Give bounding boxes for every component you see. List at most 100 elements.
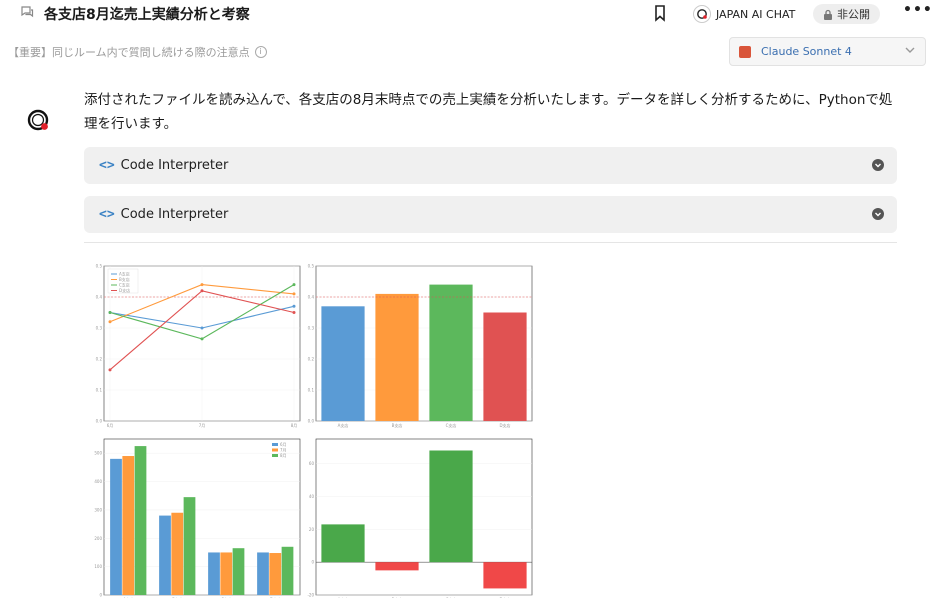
analysis-chart-image: 0.0 0.1 0.2 0.3 0.4 0.5 6月 7月 8月 A支店 B支店 C支店 D支店 0.0 0…	[85, 248, 535, 598]
y-tick-label: 100	[94, 564, 102, 569]
legend-label: C支店	[119, 282, 130, 288]
bar-2	[375, 293, 419, 421]
y-tick-label: 0	[99, 593, 102, 598]
legend-label: 7月	[280, 448, 287, 453]
grouped-bar	[159, 515, 171, 595]
assistant-message: 添付されたファイルを読み込んで、各支店の8月末時点での売上実績を分析いたします。…	[84, 92, 893, 132]
bar-3	[429, 284, 473, 421]
y-tick-label: 200	[94, 536, 102, 541]
y-tick-label: 0.1	[96, 388, 103, 393]
x-tick-label: 6月	[107, 423, 114, 428]
y-tick-label: 400	[94, 479, 102, 484]
code-interpreter-label: Code Interpreter	[120, 207, 229, 222]
y-tick-label: 0.1	[308, 388, 315, 393]
grouped-bar	[122, 456, 135, 595]
assistant-logo-icon	[27, 109, 49, 131]
code-icon: <>	[99, 207, 115, 222]
y-tick-label: 500	[94, 451, 102, 456]
privacy-label: 非公開	[837, 8, 870, 21]
page-title: 各支店8月迄売上実績分析と考察	[44, 7, 250, 23]
series-point	[292, 304, 296, 308]
bar-2	[375, 562, 419, 571]
x-tick-label: D支店	[499, 422, 510, 428]
y-tick-label: 0	[311, 560, 314, 565]
x-tick-label: A支店	[338, 422, 349, 428]
series-point	[108, 320, 112, 324]
expand-chevron-icon[interactable]	[872, 159, 884, 171]
claude-model-icon	[739, 45, 751, 58]
divider	[84, 242, 897, 243]
code-interpreter-label: Code Interpreter	[120, 158, 229, 173]
y-tick-label: 0.0	[308, 419, 315, 424]
brand-button[interactable]: JAPAN AI CHAT	[693, 3, 795, 25]
y-tick-label: 0.2	[96, 357, 103, 362]
app-window: 各支店8月迄売上実績分析と考察 JAPAN AI CHAT 非公開 ••• 【重…	[0, 0, 941, 598]
series-point	[200, 289, 204, 293]
code-interpreter-block-2[interactable]: <> Code Interpreter	[84, 196, 897, 233]
y-tick-label: 0.3	[308, 326, 315, 331]
grouped-bar	[269, 553, 282, 595]
y-tick-label: -20	[307, 593, 314, 598]
series-point	[292, 292, 296, 296]
y-tick-label: 20	[309, 527, 315, 532]
series-point	[200, 326, 204, 330]
model-label: Claude Sonnet 4	[761, 45, 852, 58]
brand-label: JAPAN AI CHAT	[716, 7, 796, 21]
legend-swatch	[272, 443, 278, 446]
bar-3	[429, 450, 473, 563]
bar-4	[483, 312, 527, 421]
legend-label: A支店	[119, 271, 130, 277]
header-bar: 各支店8月迄売上実績分析と考察 JAPAN AI CHAT 非公開 •••	[0, 0, 941, 30]
y-tick-label: 0.5	[308, 264, 315, 269]
bar-1	[321, 524, 365, 563]
y-tick-label: 300	[94, 507, 102, 512]
y-tick-label: 0.2	[308, 357, 315, 362]
chat-bubble-icon	[21, 6, 34, 18]
legend-swatch	[272, 454, 278, 457]
code-interpreter-block-1[interactable]: <> Code Interpreter	[84, 147, 897, 184]
expand-chevron-icon[interactable]	[872, 208, 884, 220]
grouped-bar	[110, 458, 122, 595]
series-point	[292, 283, 296, 287]
series-point	[108, 311, 112, 314]
more-options-icon[interactable]: •••	[903, 2, 933, 18]
series-point	[292, 311, 296, 314]
y-tick-label: 0.4	[96, 295, 103, 300]
chevron-down-icon	[905, 47, 915, 53]
y-tick-label: 0.5	[96, 264, 103, 269]
legend-label: 8月	[280, 453, 287, 458]
bookmark-icon[interactable]	[653, 4, 667, 22]
privacy-toggle[interactable]: 非公開	[813, 4, 880, 24]
grouped-bar	[232, 548, 245, 595]
grouped-bar	[208, 552, 220, 595]
x-tick-label: B支店	[392, 422, 403, 428]
y-tick-label: 0.3	[96, 326, 103, 331]
series-point	[200, 337, 204, 341]
y-tick-label: 40	[309, 494, 315, 499]
brand-logo-icon	[693, 5, 711, 23]
y-tick-label: 0.0	[96, 419, 103, 424]
lock-icon	[824, 9, 832, 20]
bar-1	[321, 306, 365, 421]
info-icon: i	[254, 46, 267, 58]
series-point	[108, 368, 112, 372]
bar-4	[483, 562, 527, 589]
series-point	[200, 283, 204, 287]
notice-link[interactable]: 【重要】同じルーム内で質問し続ける際の注意点 i	[8, 44, 267, 60]
legend-swatch	[272, 448, 278, 452]
legend-label: D支店	[119, 287, 130, 293]
y-tick-label: 0.4	[308, 295, 315, 300]
notice-text: 【重要】同じルーム内で質問し続ける際の注意点	[8, 46, 250, 59]
grouped-bar	[171, 512, 184, 595]
model-selector[interactable]: Claude Sonnet 4	[729, 37, 926, 66]
grouped-bar	[183, 497, 196, 595]
chart-figure: 0.00.10.20.30.40.56月 7月 8月A支店B支店C支店D支店0.00…	[94, 264, 533, 598]
legend-label: B支店	[119, 276, 130, 282]
code-icon: <>	[99, 158, 115, 173]
grouped-bar	[220, 552, 233, 595]
x-tick-label: C支店	[446, 422, 457, 428]
grouped-bar	[281, 546, 294, 595]
grouped-bar	[257, 552, 269, 595]
assistant-avatar	[22, 104, 54, 136]
x-tick-label: 7月	[199, 423, 206, 428]
